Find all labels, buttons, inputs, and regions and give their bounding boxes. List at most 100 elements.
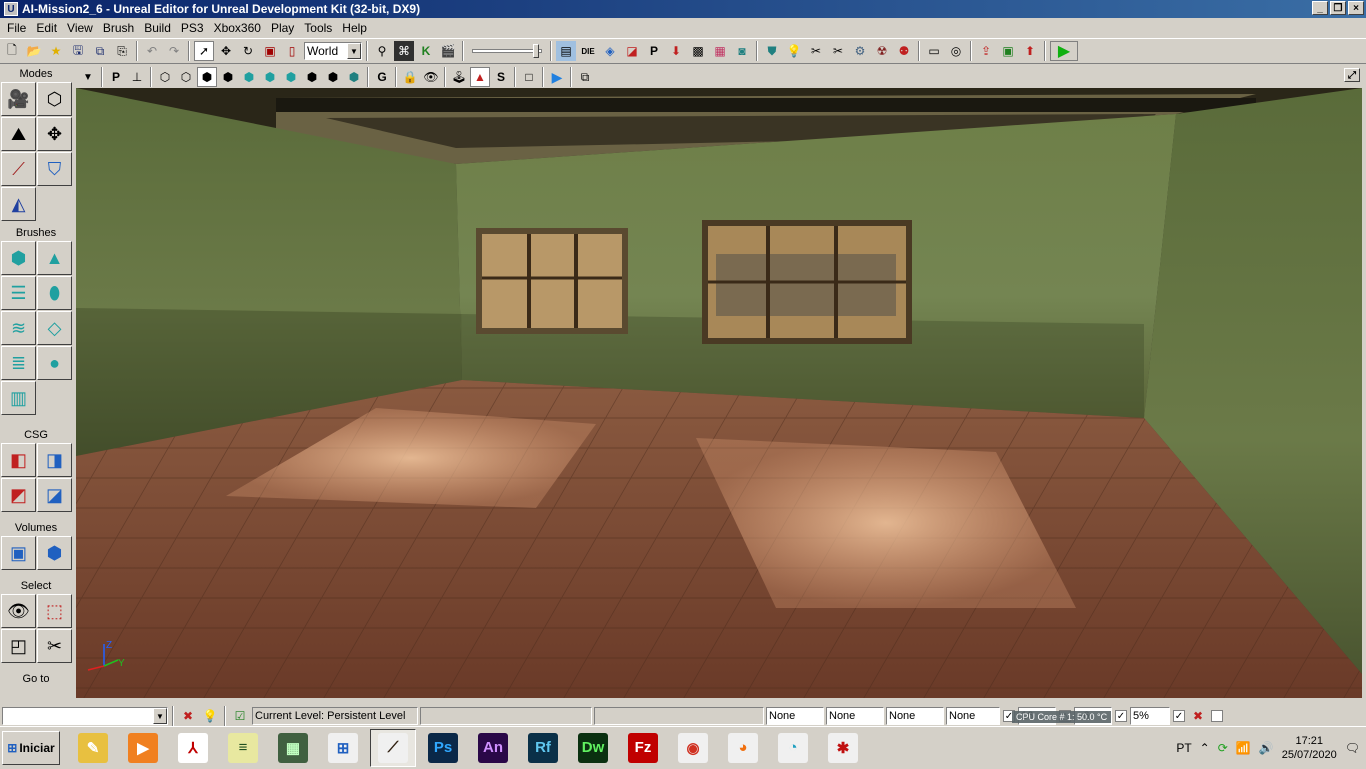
cube-brush-icon[interactable]: ⬢	[1, 241, 36, 275]
tool4-icon[interactable]: ☢	[872, 41, 892, 61]
app-dreamweaver-button[interactable]: Dw	[570, 729, 616, 767]
new-file-icon[interactable]: 🗋	[2, 41, 22, 61]
viewport-maximize-button[interactable]: ⤢	[1344, 68, 1360, 82]
rot-snap-checkbox[interactable]: ✓	[1115, 710, 1127, 722]
build-cover-icon[interactable]: ◪	[622, 41, 642, 61]
streaming-s-icon[interactable]: S	[491, 67, 511, 87]
app-windows-button[interactable]: ⊞	[320, 729, 366, 767]
lock-icon[interactable]: 🔒	[400, 67, 420, 87]
unlit-icon[interactable]: ⬢	[197, 67, 217, 87]
square-toggle-icon[interactable]: □	[519, 67, 539, 87]
app-acrobat-button[interactable]: ⅄	[170, 729, 216, 767]
app-filezilla-button[interactable]: Fz	[620, 729, 666, 767]
linear-stair-icon[interactable]: ☰	[1, 276, 36, 310]
translate-icon[interactable]: ✥	[216, 41, 236, 61]
detail-lighting-icon[interactable]: ⬢	[239, 67, 259, 87]
rotate-icon[interactable]: ↻	[238, 41, 258, 61]
search-binoculars-icon[interactable]: ⚲	[372, 41, 392, 61]
extra-checkbox[interactable]	[1211, 710, 1223, 722]
landscape-icon[interactable]: ◭	[1, 187, 36, 221]
minimize-button[interactable]: _	[1312, 1, 1328, 15]
scale-snap-field[interactable]: 5%	[1130, 707, 1170, 725]
undo-icon[interactable]: ↶	[142, 41, 162, 61]
app-udk-editor-button[interactable]: ⟋	[370, 728, 416, 767]
camera-mode-icon[interactable]: 🎥	[1, 82, 36, 116]
geometry-mode-icon[interactable]: ⬡	[37, 82, 72, 116]
snap-field-2[interactable]: None	[826, 707, 884, 725]
csg-intersect-icon[interactable]: ◩	[1, 478, 36, 512]
perspective-icon[interactable]: P	[106, 67, 126, 87]
app-misc-button[interactable]: ✱	[820, 729, 866, 767]
menu-build[interactable]: Build	[139, 21, 176, 35]
app-media-player-button[interactable]: ▶	[120, 729, 166, 767]
sphere-brush-icon[interactable]: ●	[37, 346, 72, 380]
floating-viewport-icon[interactable]: ⧉	[575, 67, 595, 87]
coord-system-select[interactable]: World ▼	[304, 42, 362, 60]
favorite-star-icon[interactable]: ★	[46, 41, 66, 61]
csg-add-icon[interactable]: ◧	[1, 443, 36, 477]
texture-align-icon[interactable]: ⟋	[1, 152, 36, 186]
scale-snap-checkbox[interactable]: ✓	[1173, 710, 1185, 722]
realtime-icon[interactable]: ▲	[470, 67, 490, 87]
cook-icon[interactable]: ⬆	[1020, 41, 1040, 61]
udk-app-icon[interactable]: U	[4, 2, 18, 16]
build-all-icon[interactable]: P	[644, 41, 664, 61]
snap-field-4[interactable]: None	[946, 707, 1000, 725]
terrain-mode-icon[interactable]: ⛰	[1, 117, 36, 151]
perspective-viewport[interactable]: Z Y	[76, 88, 1362, 698]
menu-file[interactable]: File	[2, 21, 31, 35]
show-selected-icon[interactable]: 👁	[1, 594, 36, 628]
snap-field-3[interactable]: None	[886, 707, 944, 725]
tray-sync-icon[interactable]: ⟳	[1218, 741, 1228, 755]
save-icon[interactable]: 🖫	[68, 41, 88, 61]
kismet-k-icon[interactable]: K	[416, 41, 436, 61]
hide-selected-icon[interactable]: ⬚	[37, 594, 72, 628]
matinee-icon[interactable]: 🎬	[438, 41, 458, 61]
scale-icon[interactable]: ▣	[260, 41, 280, 61]
download-icon[interactable]: ⬇	[666, 41, 686, 61]
tools2-icon[interactable]: ✂	[828, 41, 848, 61]
brush-wire-icon[interactable]: ⬡	[176, 67, 196, 87]
circle-tool-icon[interactable]: ◎	[946, 41, 966, 61]
cone-brush-icon[interactable]: ▲	[37, 241, 72, 275]
lightmap-density-icon[interactable]: ⬢	[344, 67, 364, 87]
chevron-down-icon[interactable]: ▼	[347, 43, 361, 59]
checker-icon[interactable]: ▩	[688, 41, 708, 61]
tools1-icon[interactable]: ✂	[806, 41, 826, 61]
app-animate-button[interactable]: An	[470, 729, 516, 767]
play-icon[interactable]: ▶	[1050, 41, 1078, 61]
app-cleaner-button[interactable]: ✎	[70, 729, 116, 767]
cylinder-brush-icon[interactable]: ⬮	[37, 276, 72, 310]
volume-icon[interactable]: 🔊	[1259, 741, 1274, 755]
menu-play[interactable]: Play	[266, 21, 299, 35]
language-indicator[interactable]: PT	[1176, 741, 1191, 755]
chevron-down-icon[interactable]: ▼	[153, 708, 167, 724]
kill-all-icon[interactable]: ✖	[1188, 706, 1208, 726]
light-bulb-icon[interactable]: 💡	[200, 706, 220, 726]
menu-view[interactable]: View	[62, 21, 98, 35]
close-button[interactable]: ×	[1348, 1, 1364, 15]
drag-grid-slider[interactable]	[472, 44, 542, 58]
spiral-stair-icon[interactable]: ≣	[1, 346, 36, 380]
open-folder-icon[interactable]: 📂	[24, 41, 44, 61]
build-paths-icon[interactable]: ◈	[600, 41, 620, 61]
viewport-menu-icon[interactable]: ▼	[78, 67, 98, 87]
texture-icon[interactable]: ▦	[710, 41, 730, 61]
save-all-icon[interactable]: ⧉	[90, 41, 110, 61]
joystick-icon[interactable]: 🕹	[449, 67, 469, 87]
scale-nonuniform-icon[interactable]: ▯	[282, 41, 302, 61]
add-volume-icon[interactable]: ▣	[1, 536, 36, 570]
wireframe-icon[interactable]: ⬡	[155, 67, 175, 87]
build-geometry-icon[interactable]: ▤	[556, 41, 576, 61]
menu-edit[interactable]: Edit	[31, 21, 62, 35]
tool3-icon[interactable]: ⚙	[850, 41, 870, 61]
volumetric-brush-icon[interactable]: ▥	[1, 381, 36, 415]
camera-icon[interactable]: ◙	[732, 41, 752, 61]
texture-density-icon[interactable]: ⬢	[302, 67, 322, 87]
app-firefox-button[interactable]: ◕	[720, 729, 766, 767]
app-photoshop-button[interactable]: Ps	[420, 729, 466, 767]
lighting-only-icon[interactable]: ⬢	[260, 67, 280, 87]
monitor-icon[interactable]: ▭	[924, 41, 944, 61]
menu-ps3[interactable]: PS3	[176, 21, 209, 35]
eye-icon[interactable]: 👁	[421, 67, 441, 87]
